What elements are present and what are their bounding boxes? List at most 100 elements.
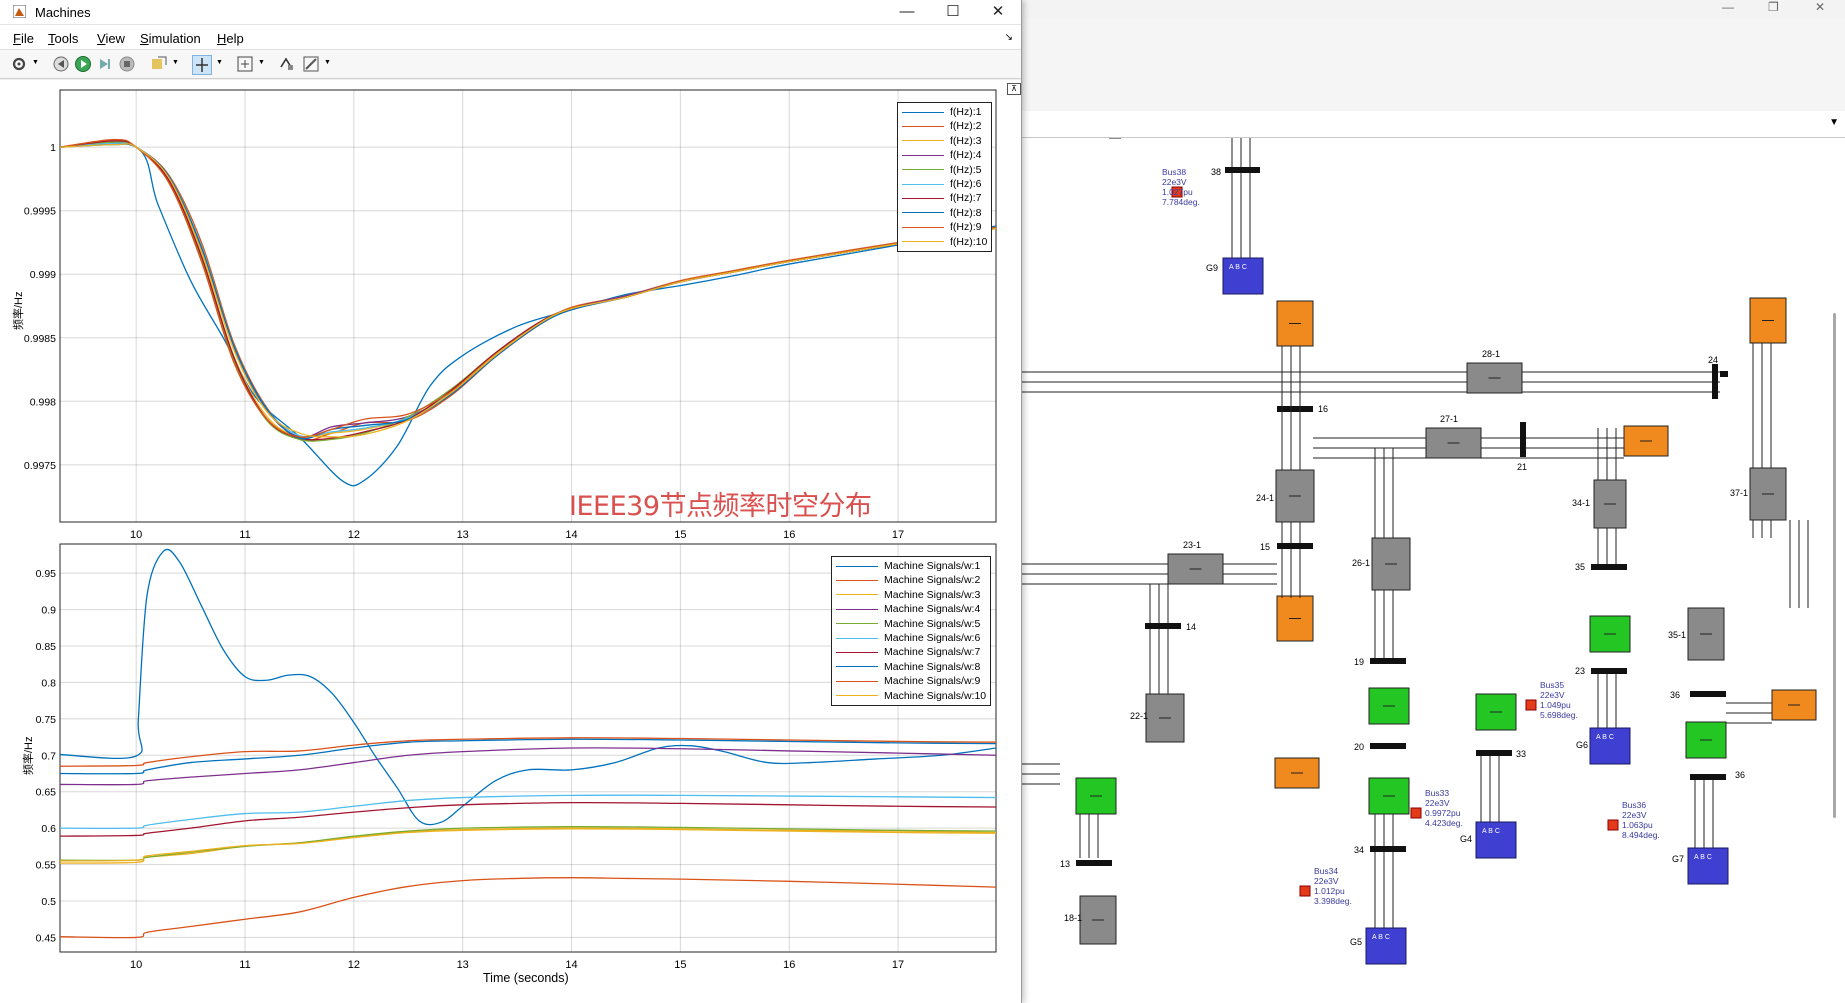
close-button[interactable]: ✕ [975,0,1021,24]
menu-pin-icon[interactable]: ↘ [1005,32,1013,43]
legend-entry[interactable]: f(Hz):8 [902,206,987,220]
menu-tools[interactable]: Tools [48,31,78,46]
cursor-measure-icon[interactable] [192,55,212,75]
bus-bar [1476,750,1512,756]
ieee39-diagram[interactable]: Bus3822e3V1.027pu7.784deg.38A B CG928-12… [1020,138,1845,1003]
legend-swatch [902,111,944,113]
minimize-button[interactable]: — [884,0,930,24]
style-icon[interactable] [302,55,320,73]
scope-plots[interactable]: 10 11 12 13 14 15 16 17 1 0.9995 0.999 0.9985 0.998 0… [0,80,1021,1003]
menu-file[interactable]: File [13,31,34,46]
menu-help[interactable]: Help [217,31,244,46]
x-tick-label: 16 [783,529,795,541]
menu-help-label: elp [226,31,244,46]
gear-dropdown-icon[interactable]: ▼ [32,59,39,66]
legend-label: Machine Signals/w:5 [884,617,981,630]
legend-label: f(Hz):1 [950,106,982,118]
zoom-dropdown-icon[interactable]: ▼ [258,59,265,66]
y-tick-label: 0.65 [36,787,57,799]
bus-label: 24 [1708,355,1718,365]
x-tick-label: 15 [674,959,686,971]
legend-entry[interactable]: f(Hz):4 [902,148,987,162]
legend-swatch [836,580,878,582]
legend-entry[interactable]: Machine Signals/w:4 [836,602,986,616]
legend-entry[interactable]: f(Hz):10 [902,235,987,249]
legend-entry[interactable]: Machine Signals/w:2 [836,573,986,587]
menu-simulation[interactable]: Simulation [140,31,201,46]
bg-close-icon[interactable]: ✕ [1815,0,1825,14]
legend-swatch [836,666,878,668]
bus-bar [1225,167,1260,173]
legend-entry[interactable]: Machine Signals/w:7 [836,645,986,659]
stop-icon[interactable] [118,55,136,73]
bus-bar [1591,668,1627,674]
bus-label: 19 [1354,657,1364,667]
x-tick-label: 13 [457,529,469,541]
legend-machine-signals[interactable]: Machine Signals/w:1 Machine Signals/w:2 Ma… [831,556,992,706]
diagram-label: 21 [1517,462,1527,472]
legend-entry[interactable]: Machine Signals/w:10 [836,689,986,703]
signal-select-icon[interactable] [150,55,168,73]
bus-label: 34 [1354,845,1364,855]
legend-label: Machine Signals/w:4 [884,603,981,616]
maximize-button[interactable]: ☐ [930,0,976,24]
undock-icon[interactable]: ⊼ [1007,83,1021,95]
generator-ports: A B C [1596,734,1614,741]
bus-bar [1690,774,1726,780]
meas-name: Bus36 [1622,800,1646,810]
generator-label: G5 [1350,937,1362,947]
cursor-dropdown-icon[interactable]: ▼ [216,59,223,66]
bg-minimize-icon[interactable]: — [1722,0,1734,14]
legend-entry[interactable]: Machine Signals/w:5 [836,617,986,631]
legend-entry[interactable]: Machine Signals/w:1 [836,559,986,573]
legend-label: Machine Signals/w:2 [884,574,981,587]
style-dropdown-icon[interactable]: ▼ [324,59,331,66]
legend-label: f(Hz):3 [950,134,982,147]
legend-entry[interactable]: f(Hz):3 [902,134,987,148]
legend-entry[interactable]: f(Hz):9 [902,220,987,234]
gear-icon[interactable] [10,55,28,73]
y-tick-label: 0.5 [41,896,56,908]
legend-entry[interactable]: Machine Signals/w:6 [836,631,986,645]
legend-swatch [902,154,944,156]
legend-frequency[interactable]: f(Hz):1 f(Hz):2 f(Hz):3 f(Hz):4 f(Hz):5 f(Hz)… [897,102,993,252]
measurement-block [1410,807,1422,819]
signal-select-dropdown-icon[interactable]: ▼ [172,59,179,66]
meas-pu: 1.027pu [1162,187,1193,197]
step-back-icon[interactable] [52,55,70,73]
y-tick-label: 0.85 [36,641,57,653]
bus-bar [1720,371,1728,377]
menu-view[interactable]: View [97,31,125,46]
bus-bar [1370,846,1406,852]
legend-entry[interactable]: Machine Signals/w:3 [836,588,986,602]
generator-label: G6 [1576,740,1588,750]
step-forward-icon[interactable] [96,55,114,73]
meas-name: Bus35 [1540,680,1564,690]
legend-label: f(Hz):5 [950,163,982,176]
generator-label: G7 [1672,854,1684,864]
legend-entry[interactable]: f(Hz):5 [902,163,987,177]
legend-entry[interactable]: f(Hz):6 [902,177,987,191]
axes-box [59,89,997,523]
canvas-scrollbar[interactable] [1833,313,1836,818]
scope-toolbar: ▼ ▼ ▼ ▼ ▼ [0,49,1021,79]
legend-label: Machine Signals/w:6 [884,631,981,644]
menu-simulation-label: imulation [148,31,201,46]
bg-dropdown-icon[interactable]: ▼ [1829,117,1839,128]
background-address-bar[interactable]: ▼ [1020,111,1845,138]
bg-maximize-icon[interactable]: ❐ [1768,0,1779,14]
legend-label: f(Hz):9 [950,221,982,234]
legend-entry[interactable]: Machine Signals/w:8 [836,660,986,674]
run-icon[interactable] [74,55,92,73]
bus-bar [1370,743,1406,749]
legend-entry[interactable]: f(Hz):7 [902,191,987,205]
triggers-icon[interactable] [278,55,296,73]
measurement-block [1525,699,1537,711]
legend-entry[interactable]: Machine Signals/w:9 [836,674,986,688]
zoom-fit-icon[interactable] [236,55,254,73]
menu-file-label: ile [20,31,34,46]
legend-entry[interactable]: f(Hz):2 [902,119,987,133]
legend-label: f(Hz):2 [950,120,982,133]
menu-file-accel: F [13,31,21,46]
legend-entry[interactable]: f(Hz):1 [902,105,987,119]
